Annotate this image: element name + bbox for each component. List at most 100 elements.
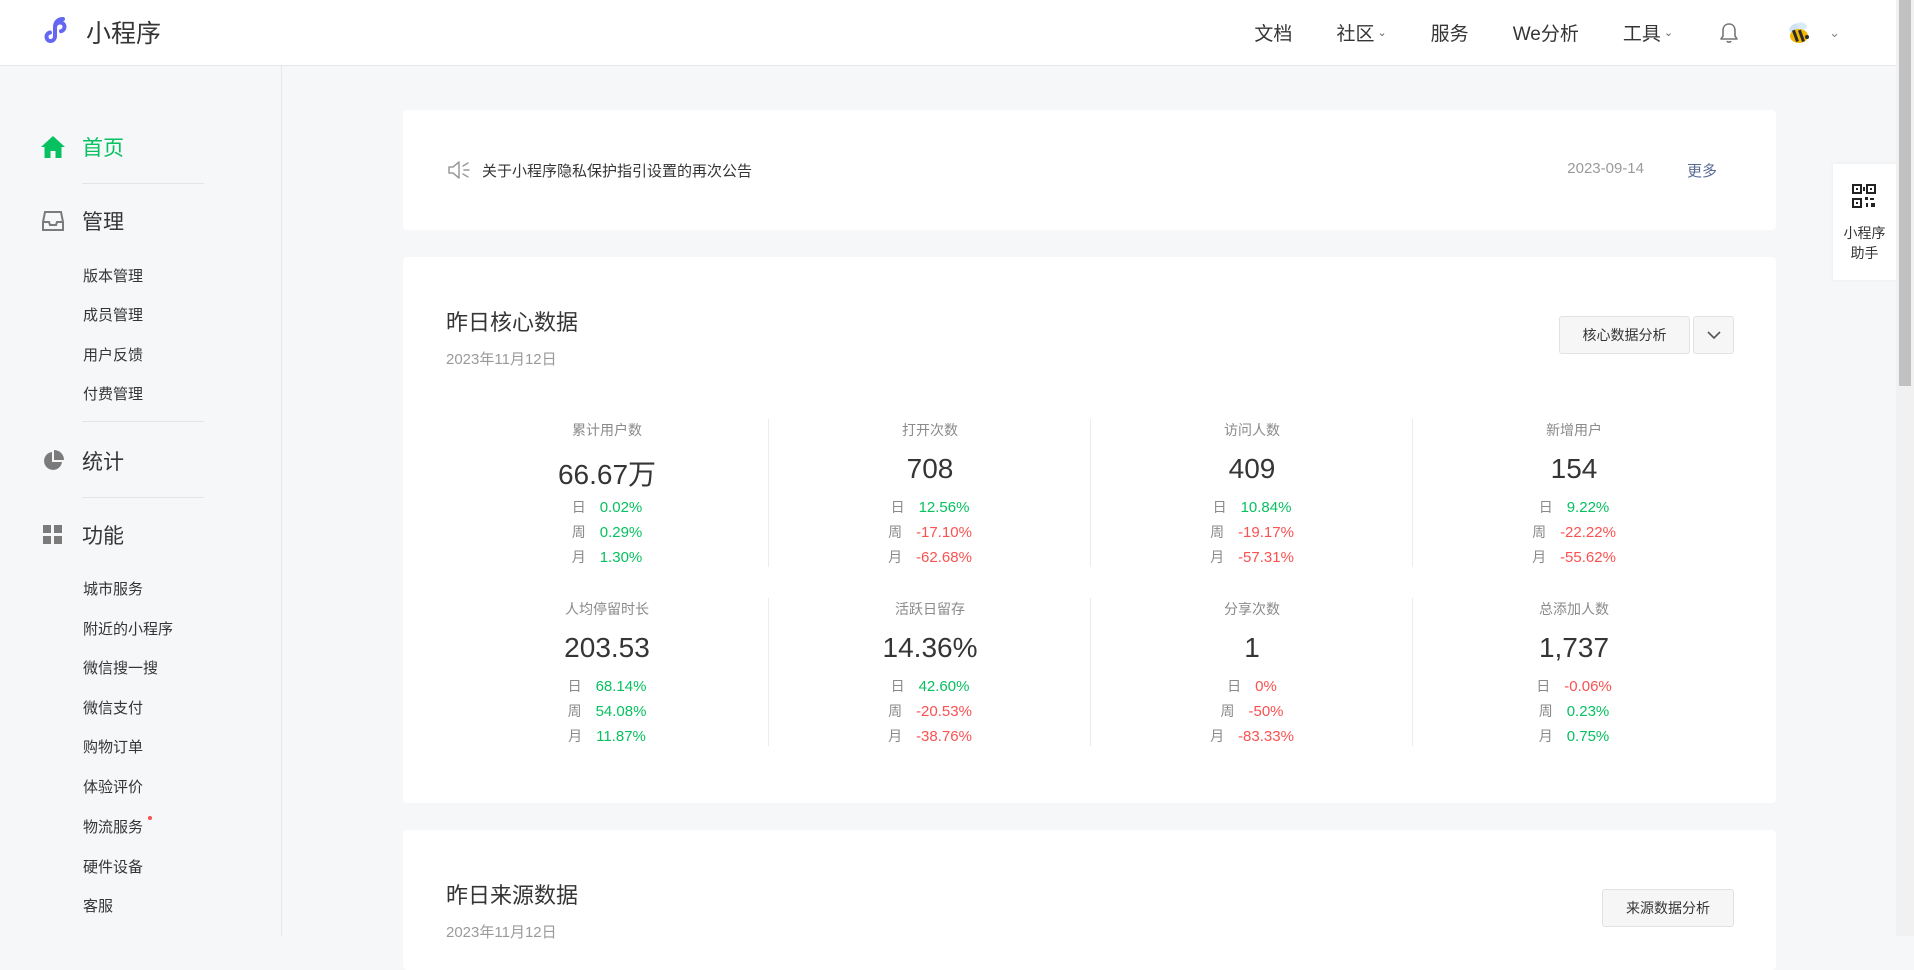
metric-change-row: 周 -17.10% [769, 520, 1091, 545]
metric-change-row: 月 -57.31% [1091, 545, 1413, 570]
chevron-down-icon[interactable]: ⌄ [1829, 25, 1840, 41]
nav-docs-label: 文档 [1254, 24, 1293, 45]
metric-label: 分享次数 [1224, 601, 1280, 617]
metric-value: 1 [1244, 632, 1260, 663]
metric-changes: 日 68.14% 周 54.08% 月 11.87% [446, 674, 768, 749]
nav-services[interactable]: 服务 [1431, 19, 1469, 46]
period-label: 周 [888, 703, 903, 719]
period-label: 周 [567, 703, 582, 719]
home-icon [40, 134, 66, 160]
nav-tools-label: 工具 [1622, 24, 1661, 45]
nav-docs[interactable]: 文档 [1254, 19, 1292, 46]
helper-label: 小程序 助手 [1833, 223, 1896, 263]
sidebar-divider [82, 183, 204, 184]
metric-label: 人均停留时长 [565, 601, 649, 617]
sidebar-item-member-manage[interactable]: 成员管理 [83, 304, 143, 325]
metric-block: 累计用户数 66.67万日 0.02% 周 0.29% 月 1.30% [446, 419, 768, 567]
core-data-date: 2023年11月12日 [446, 351, 557, 368]
bell-icon[interactable] [1717, 21, 1741, 45]
metric-change-row: 周 -50% [1091, 699, 1413, 724]
top-nav: 文档 社区 ⌄ 服务 We分析 工具 ⌄ ⌄ [1210, 0, 1840, 65]
change-value: 10.84% [1240, 499, 1292, 516]
metric-value: 409 [1228, 453, 1276, 484]
period-label: 周 [1210, 524, 1225, 540]
sidebar-item-label: 统计 [82, 451, 124, 474]
notice-date: 2023-09-14 [1567, 160, 1644, 177]
sidebar-item-manage[interactable]: 管理 [40, 206, 124, 236]
metric-changes: 日 0.02% 周 0.29% 月 1.30% [446, 495, 768, 570]
period-label: 月 [1210, 728, 1225, 744]
sidebar-item-features[interactable]: 功能 [40, 520, 124, 550]
period-label: 日 [890, 678, 905, 694]
app-title: 小程序 [86, 20, 162, 48]
change-value: -20.53% [916, 703, 972, 720]
grid-icon [40, 522, 66, 548]
nav-community[interactable]: 社区 ⌄ [1336, 19, 1386, 46]
change-value: 54.08% [595, 703, 647, 720]
metric-label: 累计用户数 [572, 422, 642, 438]
sidebar-item-shopping-orders[interactable]: 购物订单 [83, 736, 143, 757]
logo[interactable]: 小程序 [42, 14, 161, 50]
metric-change-row: 周 0.23% [1413, 699, 1735, 724]
nav-we-analysis[interactable]: We分析 [1513, 19, 1579, 46]
sidebar-item-wechat-pay[interactable]: 微信支付 [83, 697, 143, 718]
source-data-title: 昨日来源数据 [446, 883, 579, 908]
metric-label: 访问人数 [1224, 422, 1280, 438]
sidebar-item-nearby-miniprogram[interactable]: 附近的小程序 [83, 618, 173, 639]
core-data-analysis-button[interactable]: 核心数据分析 [1559, 316, 1690, 354]
metric-change-row: 周 -19.17% [1091, 520, 1413, 545]
period-label: 周 [1532, 524, 1547, 540]
period-label: 日 [1212, 499, 1227, 515]
sidebar-item-version-manage[interactable]: 版本管理 [83, 265, 143, 286]
period-label: 月 [1210, 549, 1225, 565]
change-value: -0.06% [1564, 678, 1612, 695]
change-value: 12.56% [918, 499, 970, 516]
avatar[interactable] [1785, 17, 1816, 48]
scrollbar-thumb[interactable] [1899, 0, 1911, 386]
change-value: -17.10% [916, 524, 972, 541]
sidebar-item-hardware[interactable]: 硬件设备 [83, 856, 143, 877]
period-label: 周 [888, 524, 903, 540]
period-label: 月 [888, 549, 903, 565]
metric-change-row: 月 11.87% [446, 724, 768, 749]
change-value: -62.68% [916, 549, 972, 566]
metric-changes: 日 0% 周 -50% 月 -83.33% [1091, 674, 1413, 749]
source-data-analysis-button[interactable]: 来源数据分析 [1602, 889, 1734, 927]
core-data-card: 昨日核心数据 2023年11月12日 核心数据分析 累计用户数 66.67万日 0.… [403, 257, 1776, 803]
sidebar-item-logistics[interactable]: 物流服务 [83, 816, 153, 837]
inbox-icon [40, 208, 66, 234]
sidebar-item-home[interactable]: 首页 [40, 132, 124, 162]
sidebar-item-wechat-search[interactable]: 微信搜一搜 [83, 657, 158, 678]
period-label: 日 [1536, 678, 1551, 694]
sidebar-item-city-service[interactable]: 城市服务 [83, 578, 143, 599]
mini-program-helper[interactable]: 小程序 助手 [1833, 164, 1896, 280]
metric-changes: 日 12.56% 周 -17.10% 月 -62.68% [769, 495, 1091, 570]
qr-code-icon [1852, 184, 1876, 208]
metric-change-row: 周 0.29% [446, 520, 768, 545]
metric-block: 活跃日留存 14.36% 日 42.60% 周 -20.53% 月 -38.76% [768, 598, 1091, 746]
change-value: 0.75% [1566, 728, 1610, 745]
metric-change-row: 日 68.14% [446, 674, 768, 699]
metric-changes: 日 42.60% 周 -20.53% 月 -38.76% [769, 674, 1091, 749]
metric-change-row: 日 0% [1091, 674, 1413, 699]
sidebar-item-label: 首页 [82, 137, 124, 160]
helper-label-line2: 助手 [1850, 245, 1879, 261]
nav-tools[interactable]: 工具 ⌄ [1623, 19, 1673, 46]
core-data-dropdown-button[interactable] [1693, 316, 1734, 354]
sidebar-item-experience-review[interactable]: 体验评价 [83, 776, 143, 797]
notice-text[interactable]: 关于小程序隐私保护指引设置的再次公告 [482, 160, 752, 181]
period-label: 月 [568, 728, 583, 744]
metric-value: 1,737 [1538, 632, 1610, 663]
sidebar-item-stats[interactable]: 统计 [40, 446, 124, 476]
sidebar-item-user-feedback[interactable]: 用户反馈 [83, 344, 143, 365]
notice-more-link[interactable]: 更多 [1687, 160, 1717, 181]
sidebar-divider [82, 497, 204, 498]
chevron-down-icon [1706, 330, 1721, 339]
chevron-down-icon: ⌄ [1377, 27, 1387, 39]
change-value: 0.02% [599, 499, 643, 516]
period-label: 月 [888, 728, 903, 744]
metric-change-row: 月 -38.76% [769, 724, 1091, 749]
sidebar-item-payment-manage[interactable]: 付费管理 [83, 383, 143, 404]
pie-chart-icon [40, 448, 66, 474]
sidebar-item-customer-service[interactable]: 客服 [83, 895, 113, 916]
